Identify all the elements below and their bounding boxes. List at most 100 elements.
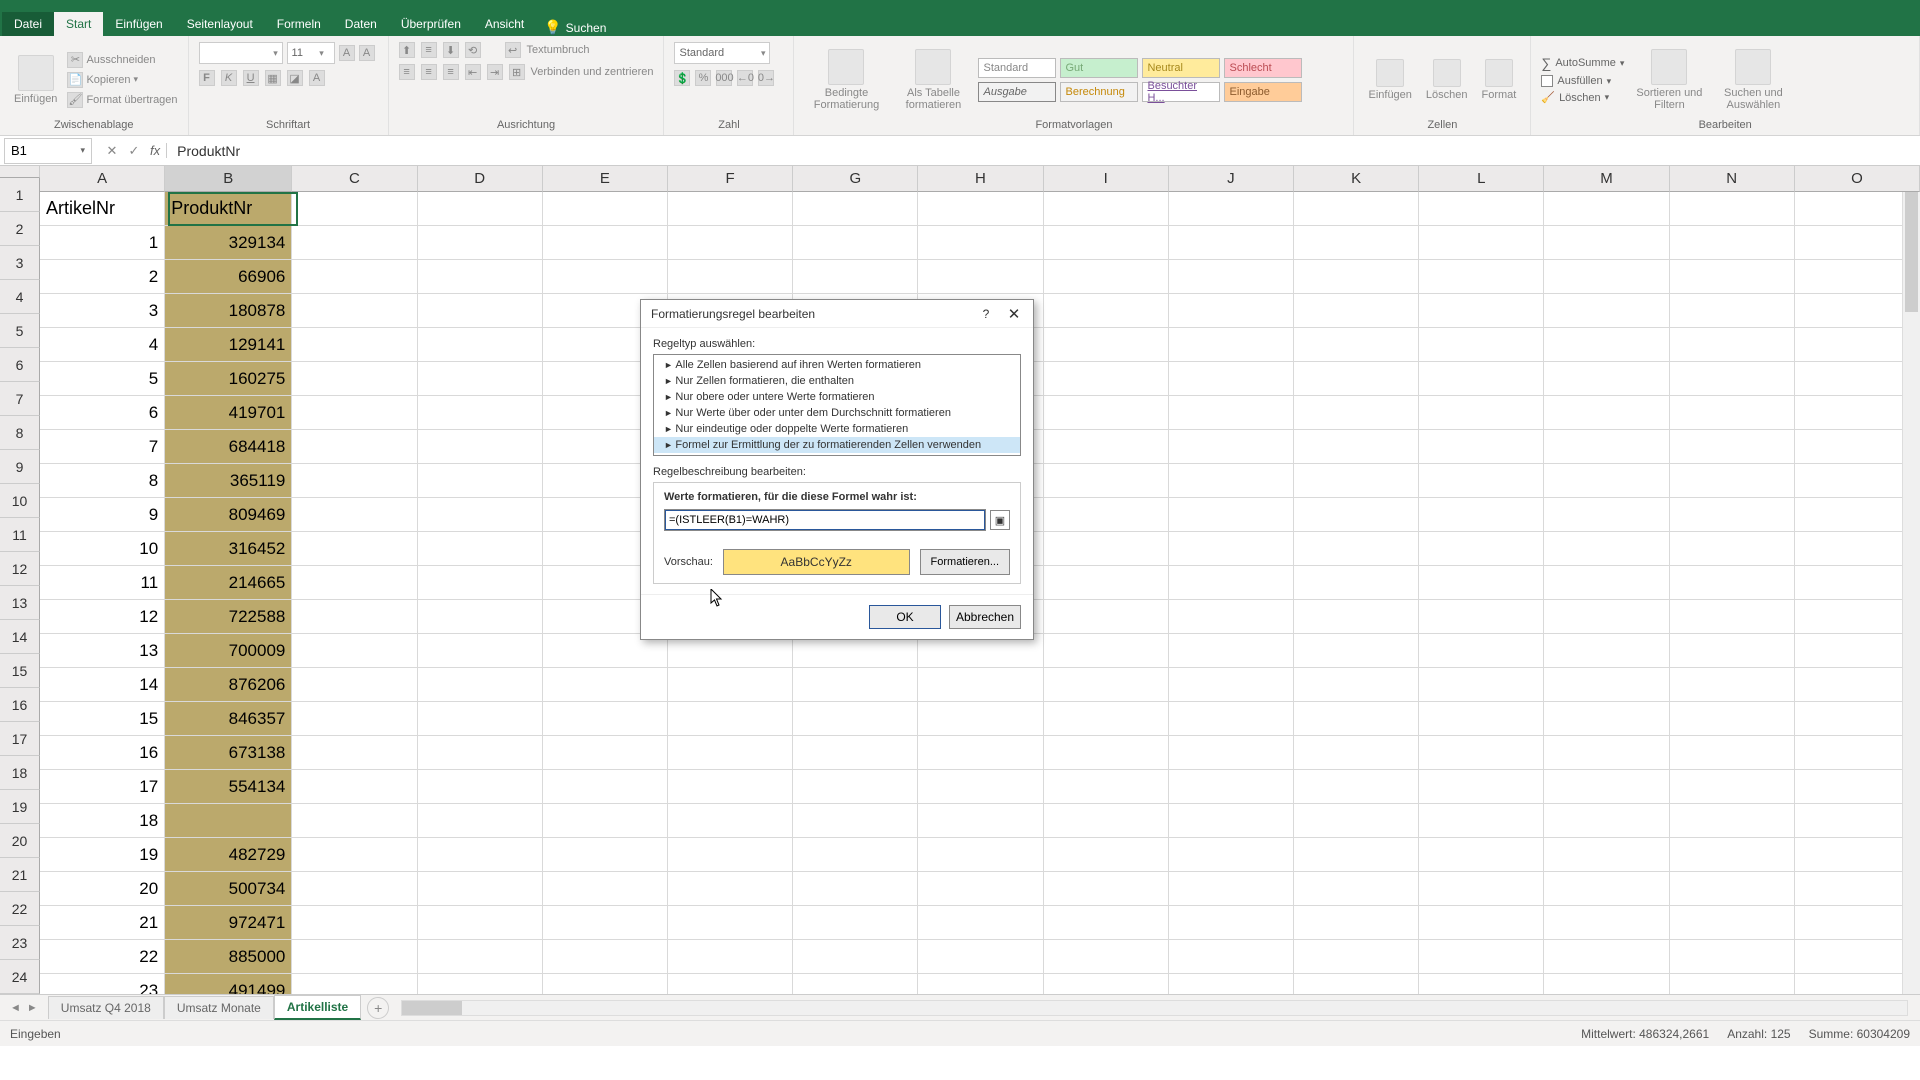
comma-icon[interactable]: 000: [716, 70, 732, 86]
cell[interactable]: [1544, 702, 1669, 736]
cell[interactable]: [292, 396, 417, 430]
bold-icon[interactable]: F: [199, 70, 215, 86]
cell[interactable]: 11: [40, 566, 165, 600]
cell[interactable]: [1544, 566, 1669, 600]
tab-ansicht[interactable]: Ansicht: [473, 12, 536, 36]
cell[interactable]: 700009: [165, 634, 292, 668]
cell[interactable]: [1169, 838, 1294, 872]
merge-label[interactable]: Verbinden und zentrieren: [531, 66, 654, 78]
column-header-G[interactable]: G: [793, 166, 918, 192]
font-color-icon[interactable]: A: [309, 70, 325, 86]
cell[interactable]: [1044, 532, 1169, 566]
tab-datei[interactable]: Datei: [2, 12, 54, 36]
cell[interactable]: [1169, 804, 1294, 838]
rule-type-item-selected[interactable]: Formel zur Ermittlung der zu formatieren…: [654, 437, 1020, 453]
cell[interactable]: [1044, 872, 1169, 906]
cell[interactable]: [1044, 838, 1169, 872]
cell[interactable]: [918, 226, 1043, 260]
column-header-J[interactable]: J: [1169, 166, 1294, 192]
cell[interactable]: [1169, 396, 1294, 430]
cell[interactable]: [918, 260, 1043, 294]
cell[interactable]: [668, 702, 793, 736]
cell[interactable]: [1294, 566, 1419, 600]
cell[interactable]: [1169, 430, 1294, 464]
cell[interactable]: [1169, 294, 1294, 328]
format-button[interactable]: Formatieren...: [920, 549, 1010, 575]
cell[interactable]: [668, 770, 793, 804]
cell[interactable]: [1544, 634, 1669, 668]
cell[interactable]: 15: [40, 702, 165, 736]
cell[interactable]: [793, 668, 918, 702]
cell[interactable]: [1294, 736, 1419, 770]
sheet-tab-1[interactable]: Umsatz Q4 2018: [48, 996, 164, 1019]
row-header[interactable]: 2: [0, 212, 40, 246]
row-header[interactable]: 1: [0, 178, 40, 212]
cell[interactable]: [1169, 668, 1294, 702]
select-all-corner[interactable]: [0, 166, 40, 178]
cell[interactable]: [165, 804, 292, 838]
cell[interactable]: [292, 430, 417, 464]
cell[interactable]: [1169, 328, 1294, 362]
cell[interactable]: [543, 838, 668, 872]
cell[interactable]: [1044, 974, 1169, 994]
cell[interactable]: [668, 872, 793, 906]
cell[interactable]: [292, 668, 417, 702]
cell[interactable]: [418, 328, 543, 362]
column-header-B[interactable]: B: [165, 166, 292, 192]
fill-color-icon[interactable]: ◪: [287, 70, 303, 86]
scrollbar-thumb[interactable]: [402, 1001, 462, 1015]
cell[interactable]: ProduktNr: [165, 192, 292, 226]
cell[interactable]: [1044, 430, 1169, 464]
increase-indent-icon[interactable]: ⇥: [487, 64, 503, 80]
style-neutral[interactable]: Neutral: [1142, 58, 1220, 78]
cell[interactable]: [918, 838, 1043, 872]
cell[interactable]: [1419, 770, 1544, 804]
cell[interactable]: [1544, 736, 1669, 770]
cell[interactable]: [1294, 770, 1419, 804]
cell[interactable]: [1044, 192, 1169, 226]
cell[interactable]: [1044, 668, 1169, 702]
underline-icon[interactable]: U: [243, 70, 259, 86]
cell[interactable]: [1419, 498, 1544, 532]
cell[interactable]: [292, 736, 417, 770]
cell[interactable]: [1419, 226, 1544, 260]
ok-button[interactable]: OK: [869, 605, 941, 629]
cell[interactable]: [1670, 464, 1795, 498]
column-header-M[interactable]: M: [1544, 166, 1669, 192]
align-right-icon[interactable]: ≡: [443, 64, 459, 80]
cell[interactable]: [668, 906, 793, 940]
cell[interactable]: [1544, 600, 1669, 634]
cell[interactable]: [1044, 498, 1169, 532]
cell[interactable]: [418, 566, 543, 600]
cell[interactable]: [1294, 294, 1419, 328]
cell[interactable]: [1419, 940, 1544, 974]
cell[interactable]: [1670, 940, 1795, 974]
cell[interactable]: [1044, 770, 1169, 804]
cell[interactable]: [292, 634, 417, 668]
cell[interactable]: [1544, 192, 1669, 226]
column-header-A[interactable]: A: [40, 166, 165, 192]
cell[interactable]: [1544, 328, 1669, 362]
row-header[interactable]: 20: [0, 824, 40, 858]
cell[interactable]: [1419, 396, 1544, 430]
cell[interactable]: [543, 702, 668, 736]
cell[interactable]: 17: [40, 770, 165, 804]
row-header[interactable]: 3: [0, 246, 40, 280]
cell[interactable]: [793, 736, 918, 770]
format-painter-button[interactable]: 🖌Format übertragen: [67, 92, 177, 108]
cell[interactable]: 316452: [165, 532, 292, 566]
cell[interactable]: [1544, 498, 1669, 532]
cell[interactable]: [1419, 192, 1544, 226]
cell[interactable]: [1169, 226, 1294, 260]
cell[interactable]: [1670, 328, 1795, 362]
cell[interactable]: [292, 940, 417, 974]
cell[interactable]: [1044, 362, 1169, 396]
cell[interactable]: [1670, 396, 1795, 430]
cell[interactable]: [292, 362, 417, 396]
tab-seitenlayout[interactable]: Seitenlayout: [175, 12, 265, 36]
dialog-help-button[interactable]: ?: [975, 303, 997, 325]
cell[interactable]: [668, 226, 793, 260]
cell[interactable]: [1419, 566, 1544, 600]
column-header-N[interactable]: N: [1670, 166, 1795, 192]
style-berechnung[interactable]: Berechnung: [1060, 82, 1138, 102]
